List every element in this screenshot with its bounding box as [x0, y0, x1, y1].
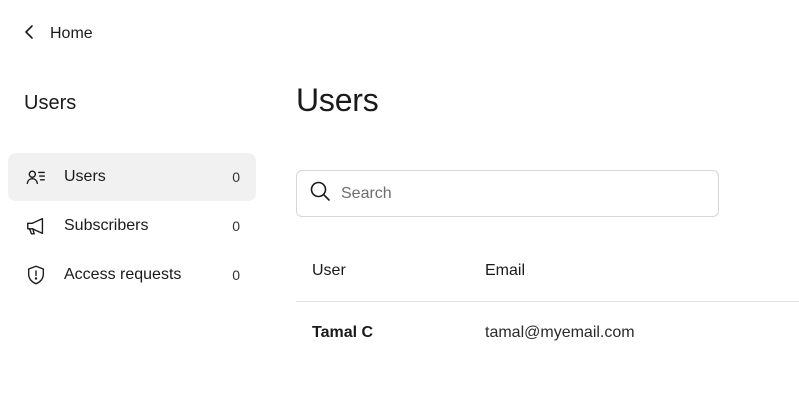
column-header-email[interactable]: Email	[485, 262, 799, 280]
sidebar-item-label: Subscribers	[64, 217, 149, 234]
app-window: Home Users Users 0 Subscribers 0 Access …	[0, 0, 799, 412]
users-table: User Email Tamal C tamal@myemail.com	[296, 240, 799, 364]
search-box	[296, 170, 719, 217]
search-input[interactable]	[341, 184, 706, 203]
sidebar-nav: Users 0 Subscribers 0 Access requests 0	[8, 153, 256, 300]
sidebar-item-subscribers[interactable]: Subscribers 0	[8, 202, 256, 250]
chevron-left-icon	[22, 24, 50, 45]
sidebar-item-label: Access requests	[64, 266, 182, 283]
sidebar-item-count: 0	[232, 218, 240, 234]
user-name-cell: Tamal C	[312, 324, 374, 341]
back-link[interactable]: Home	[22, 22, 93, 46]
column-header-user[interactable]: User	[296, 262, 485, 280]
search-icon	[309, 180, 341, 207]
sidebar-title: Users	[24, 92, 77, 114]
sidebar-item-access-requests[interactable]: Access requests 0	[8, 251, 256, 299]
sidebar-item-label: Users	[64, 168, 106, 185]
table-row[interactable]: Tamal C tamal@myemail.com	[296, 302, 799, 364]
megaphone-icon	[24, 214, 48, 238]
sidebar-item-count: 0	[232, 267, 240, 283]
user-email-cell: tamal@myemail.com	[485, 324, 635, 341]
page-title: Users	[296, 82, 379, 118]
sidebar-item-users[interactable]: Users 0	[8, 153, 256, 201]
table-header: User Email	[296, 240, 799, 302]
shield-alert-icon	[24, 263, 48, 287]
users-list-icon	[24, 165, 48, 189]
back-link-label: Home	[50, 25, 93, 42]
sidebar-item-count: 0	[232, 169, 240, 185]
